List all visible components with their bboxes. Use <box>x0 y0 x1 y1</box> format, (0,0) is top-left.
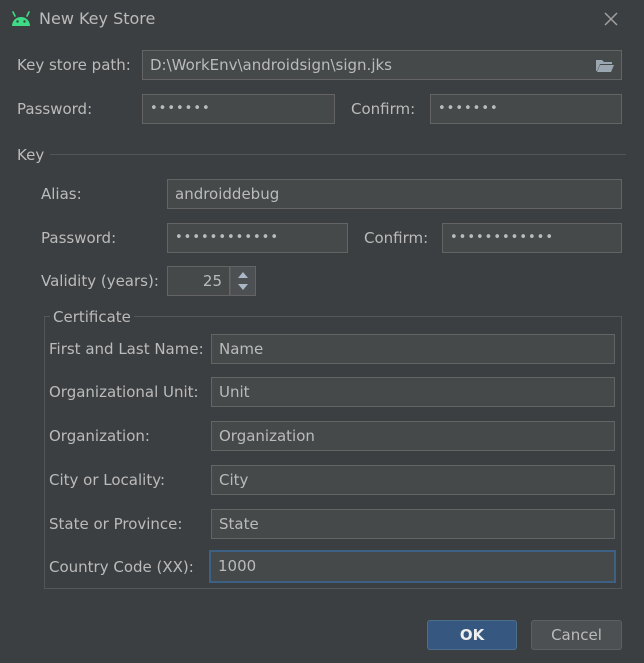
key-confirm-label: Confirm: <box>364 229 429 247</box>
validity-label: Validity (years): <box>41 272 159 290</box>
key-confirm-input[interactable]: •••••••••••• <box>442 223 622 253</box>
cert-state-input[interactable]: State <box>211 509 615 539</box>
keystore-password-value: ••••••• <box>150 101 211 116</box>
cert-city-value: City <box>219 471 249 489</box>
folder-icon[interactable] <box>595 58 615 73</box>
chevron-up-icon[interactable] <box>238 272 248 278</box>
keystore-password-input[interactable]: ••••••• <box>142 94 335 124</box>
keystore-confirm-label: Confirm: <box>351 100 416 118</box>
validity-input[interactable]: 25 <box>167 266 230 296</box>
cert-state-value: State <box>219 515 259 533</box>
keystore-path-input[interactable]: D:\WorkEnv\androidsign\sign.jks <box>142 50 622 80</box>
keystore-password-label: Password: <box>17 100 93 118</box>
key-section-label: Key <box>17 146 45 164</box>
chevron-down-icon[interactable] <box>238 284 248 290</box>
cert-country-value: 1000 <box>218 557 257 575</box>
alias-value: androiddebug <box>175 185 280 203</box>
cert-state-label: State or Province: <box>49 515 183 533</box>
keystore-confirm-input[interactable]: ••••••• <box>430 94 622 124</box>
close-icon[interactable] <box>604 12 618 26</box>
validity-spinner[interactable] <box>230 266 256 296</box>
keystore-confirm-value: ••••••• <box>438 101 499 116</box>
key-password-label: Password: <box>41 229 117 247</box>
cert-organization-input[interactable]: Organization <box>211 421 615 451</box>
cert-name-label: First and Last Name: <box>49 340 204 358</box>
cert-unit-input[interactable]: Unit <box>211 377 615 407</box>
cert-name-input[interactable]: Name <box>211 334 615 364</box>
cert-unit-label: Organizational Unit: <box>49 383 199 401</box>
validity-value: 25 <box>202 272 222 290</box>
cert-organization-label: Organization: <box>49 427 150 445</box>
cert-country-label: Country Code (XX): <box>49 558 194 576</box>
alias-label: Alias: <box>41 185 82 203</box>
key-password-value: •••••••••••• <box>175 230 280 245</box>
alias-input[interactable]: androiddebug <box>167 179 622 209</box>
dialog-title: New Key Store <box>39 9 156 28</box>
cert-organization-value: Organization <box>219 427 315 445</box>
key-section-divider <box>50 154 626 155</box>
cancel-button[interactable]: Cancel <box>531 620 622 650</box>
android-icon <box>12 11 30 26</box>
keystore-path-label: Key store path: <box>17 56 131 74</box>
cert-unit-value: Unit <box>219 383 250 401</box>
cert-city-input[interactable]: City <box>211 465 615 495</box>
cert-city-label: City or Locality: <box>49 471 166 489</box>
cert-name-value: Name <box>219 340 264 358</box>
cert-country-input[interactable]: 1000 <box>209 550 616 583</box>
ok-button[interactable]: OK <box>427 620 517 650</box>
keystore-path-value: D:\WorkEnv\androidsign\sign.jks <box>150 56 392 74</box>
key-password-input[interactable]: •••••••••••• <box>167 223 348 253</box>
new-key-store-dialog: New Key Store Key store path: D:\WorkEnv… <box>0 0 644 663</box>
key-confirm-value: •••••••••••• <box>450 230 555 245</box>
certificate-section-label: Certificate <box>50 307 134 327</box>
